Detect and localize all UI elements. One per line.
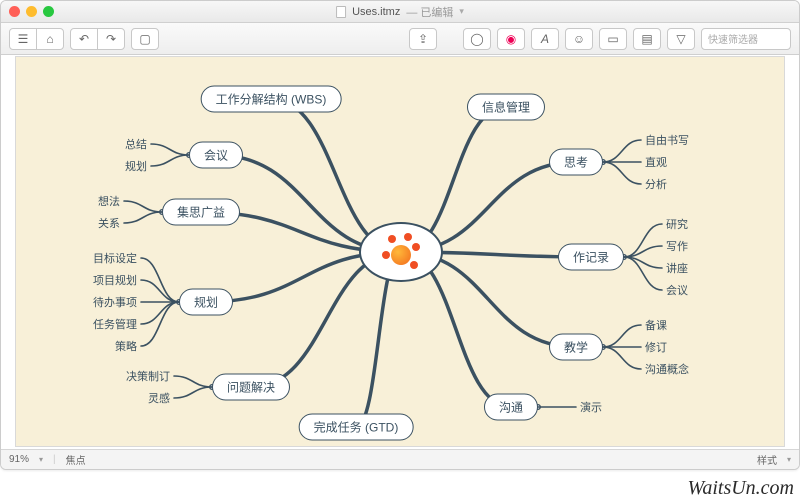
document-icon bbox=[336, 6, 346, 18]
leaf-node[interactable]: 研究 bbox=[666, 216, 688, 232]
app-window: Uses.itmz — 已编辑 ▾ ☰ ⌂ ↶ ↷ ▢ ⇪ ◯ ◉ A ☺ ▭ … bbox=[0, 0, 800, 470]
leaf-node[interactable]: 项目规划 bbox=[93, 272, 137, 288]
search-input[interactable]: 快速筛选器 bbox=[701, 28, 791, 50]
close-icon[interactable] bbox=[9, 6, 20, 17]
chevron-down-icon: ▾ bbox=[459, 6, 464, 17]
leaf-node[interactable]: 灵感 bbox=[148, 390, 170, 406]
image-button[interactable]: ▭ bbox=[599, 28, 627, 50]
window-controls bbox=[9, 6, 54, 17]
branch-label: 集思广益 bbox=[177, 204, 225, 221]
branch-label: 信息管理 bbox=[482, 99, 530, 116]
leaf-node[interactable]: 策略 bbox=[115, 338, 137, 354]
canvas[interactable]: 工作分解结构 (WBS) 信息管理会议 总结规划 思考 自由书写直观分析集思广益 想法关系… bbox=[15, 56, 785, 447]
leaf-node[interactable]: 分析 bbox=[645, 176, 667, 192]
branch-label: 教学 bbox=[564, 339, 588, 356]
branch-meet[interactable]: 会议 bbox=[189, 142, 243, 169]
leaf-node[interactable]: 备课 bbox=[645, 317, 667, 333]
leaf-node[interactable]: 会议 bbox=[666, 282, 688, 298]
zoom-icon[interactable] bbox=[43, 6, 54, 17]
branch-think[interactable]: 思考 bbox=[549, 149, 603, 176]
branch-comm[interactable]: 沟通 bbox=[484, 394, 538, 421]
branch-label: 思考 bbox=[564, 154, 588, 171]
watermark: WaitsUn.com bbox=[688, 477, 794, 500]
app-logo-icon bbox=[382, 233, 420, 271]
view-mode-2[interactable]: ⌂ bbox=[36, 28, 64, 50]
leaf-node[interactable]: 沟通概念 bbox=[645, 361, 689, 377]
leaf-node[interactable]: 任务管理 bbox=[93, 316, 137, 332]
undo-button[interactable]: ↶ bbox=[70, 28, 98, 50]
document-title[interactable]: Uses.itmz — 已编辑 ▾ bbox=[336, 4, 464, 20]
chevron-down-icon: ▾ bbox=[39, 455, 43, 464]
branch-label: 完成任务 (GTD) bbox=[314, 419, 399, 436]
tag-button[interactable]: ◯ bbox=[463, 28, 491, 50]
branch-notes[interactable]: 作记录 bbox=[558, 244, 624, 271]
focus-label[interactable]: 焦点 bbox=[66, 452, 86, 467]
history-group: ↶ ↷ bbox=[70, 28, 125, 50]
leaf-node[interactable]: 想法 bbox=[98, 193, 120, 209]
branch-teach[interactable]: 教学 bbox=[549, 334, 603, 361]
toolbar: ☰ ⌂ ↶ ↷ ▢ ⇪ ◯ ◉ A ☺ ▭ ▤ ▽ 快速筛选器 bbox=[1, 23, 799, 55]
redo-button[interactable]: ↷ bbox=[97, 28, 125, 50]
view-mode-1[interactable]: ☰ bbox=[9, 28, 37, 50]
font-button[interactable]: A bbox=[531, 28, 559, 50]
branch-plan[interactable]: 规划 bbox=[179, 289, 233, 316]
statusbar: 91% ▾ | 焦点 样式 ▾ bbox=[1, 449, 799, 469]
filename: Uses.itmz bbox=[352, 6, 400, 18]
leaf-node[interactable]: 演示 bbox=[580, 399, 602, 415]
leaf-node[interactable]: 待办事项 bbox=[93, 294, 137, 310]
leaf-node[interactable]: 规划 bbox=[125, 158, 147, 174]
branch-info[interactable]: 信息管理 bbox=[467, 94, 545, 121]
branch-label: 工作分解结构 (WBS) bbox=[216, 91, 327, 108]
leaf-node[interactable]: 写作 bbox=[666, 238, 688, 254]
leaf-node[interactable]: 自由书写 bbox=[645, 132, 689, 148]
filter-button[interactable]: ▽ bbox=[667, 28, 695, 50]
branch-brain[interactable]: 集思广益 bbox=[162, 199, 240, 226]
note-button[interactable]: ▤ bbox=[633, 28, 661, 50]
branch-label: 作记录 bbox=[573, 249, 609, 266]
zoom-level[interactable]: 91% bbox=[9, 454, 29, 465]
mindmap: 工作分解结构 (WBS) 信息管理会议 总结规划 思考 自由书写直观分析集思广益 想法关系… bbox=[16, 57, 784, 446]
style-label[interactable]: 样式 bbox=[757, 452, 777, 467]
central-node[interactable] bbox=[359, 222, 443, 282]
branch-label: 问题解决 bbox=[227, 379, 275, 396]
leaf-node[interactable]: 决策制订 bbox=[126, 368, 170, 384]
chevron-down-icon: ▾ bbox=[787, 455, 791, 464]
branch-label: 沟通 bbox=[499, 399, 523, 416]
titlebar: Uses.itmz — 已编辑 ▾ bbox=[1, 1, 799, 23]
indent-button[interactable]: ▢ bbox=[131, 28, 159, 50]
leaf-node[interactable]: 讲座 bbox=[666, 260, 688, 276]
branch-label: 会议 bbox=[204, 147, 228, 164]
branch-label: 规划 bbox=[194, 294, 218, 311]
share-button[interactable]: ⇪ bbox=[409, 28, 437, 50]
emoji-button[interactable]: ☺ bbox=[565, 28, 593, 50]
color-button[interactable]: ◉ bbox=[497, 28, 525, 50]
leaf-node[interactable]: 直观 bbox=[645, 154, 667, 170]
branch-wbs[interactable]: 工作分解结构 (WBS) bbox=[201, 86, 342, 113]
leaf-node[interactable]: 修订 bbox=[645, 339, 667, 355]
leaf-node[interactable]: 关系 bbox=[98, 215, 120, 231]
view-group: ☰ ⌂ bbox=[9, 28, 64, 50]
leaf-node[interactable]: 目标设定 bbox=[93, 250, 137, 266]
branch-solve[interactable]: 问题解决 bbox=[212, 374, 290, 401]
leaf-node[interactable]: 总结 bbox=[125, 136, 147, 152]
branch-gtd[interactable]: 完成任务 (GTD) bbox=[299, 414, 414, 441]
minimize-icon[interactable] bbox=[26, 6, 37, 17]
edited-status: — 已编辑 bbox=[406, 4, 453, 20]
